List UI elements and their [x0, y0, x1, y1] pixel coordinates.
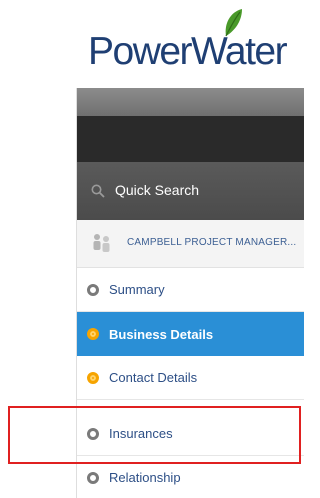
powerwater-logo: PowerWater: [88, 8, 298, 73]
status-dot-icon: [87, 283, 99, 296]
sidebar-item-label: Insurances: [109, 426, 173, 441]
sidebar-item-summary[interactable]: Summary: [77, 268, 304, 312]
status-dot-icon: [87, 427, 99, 440]
top-toolbar: [77, 88, 304, 116]
sidebar-item-insurances[interactable]: Insurances: [77, 412, 304, 456]
sidebar-item-label: Summary: [109, 282, 165, 297]
profile-row[interactable]: CAMPBELL PROJECT MANAGER...: [77, 220, 304, 268]
brand-name: PowerWater: [88, 30, 288, 73]
quick-search-label: Quick Search: [115, 182, 200, 198]
status-dot-icon: [87, 371, 99, 384]
sidebar-item-label: Business Details: [109, 326, 214, 342]
users-icon: [93, 234, 110, 252]
sidebar-item-contact-details[interactable]: Contact Details: [77, 356, 304, 400]
status-dot-icon: [87, 328, 99, 340]
search-icon: [91, 184, 105, 198]
sidebar-panel: Quick Search CAMPBELL PROJECT MANAGER...…: [76, 88, 304, 498]
quick-search[interactable]: Quick Search: [77, 162, 304, 220]
header-bar: [77, 116, 304, 162]
sidebar-item-business-details[interactable]: Business Details: [77, 312, 304, 356]
sidebar-item-label: Relationship: [109, 470, 181, 485]
sidebar-item-relationship[interactable]: Relationship: [77, 456, 304, 498]
sidebar-item-label: Contact Details: [109, 370, 198, 385]
profile-label: CAMPBELL PROJECT MANAGER...: [127, 237, 297, 248]
status-dot-icon: [87, 471, 99, 484]
